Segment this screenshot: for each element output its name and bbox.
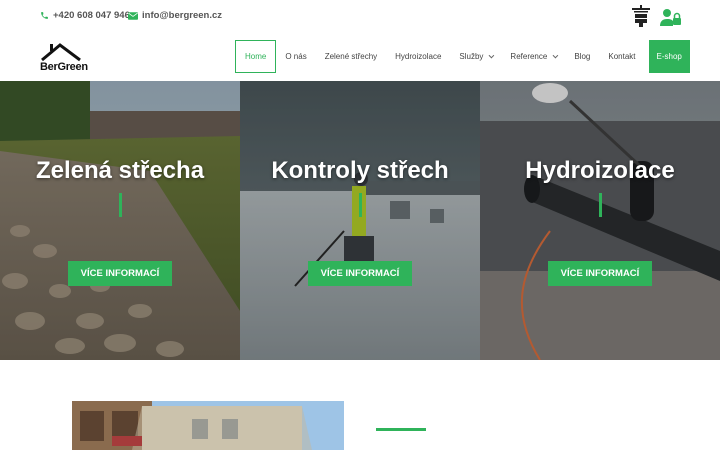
accent-divider	[359, 193, 362, 217]
hero-title: Kontroly střech	[271, 157, 449, 184]
hero-panel-waterproofing[interactable]: Hydroizolace VÍCE INFORMACÍ	[480, 81, 720, 360]
email-address: info@bergreen.cz	[142, 10, 222, 21]
nav-blog[interactable]: Blog	[565, 40, 599, 73]
roof-inspection-image	[240, 81, 480, 360]
nav-label: E-shop	[656, 52, 682, 61]
nav-label: Kontakt	[608, 52, 636, 61]
top-bar: +420 608 047 946 info@bergreen.cz	[0, 0, 720, 32]
chevron-down-icon	[552, 52, 559, 58]
main-navigation: Home O nás Zelené střechy Hydroizolace S…	[235, 40, 690, 73]
phone-contact[interactable]: +420 608 047 946	[40, 10, 130, 21]
email-contact[interactable]: info@bergreen.cz	[128, 10, 222, 21]
accent-divider	[599, 193, 602, 217]
nav-label: Reference	[510, 52, 548, 61]
more-info-button[interactable]: VÍCE INFORMACÍ	[68, 261, 172, 286]
building-photo	[72, 401, 344, 450]
crane-icon[interactable]	[630, 5, 652, 27]
user-lock-icon[interactable]	[660, 8, 682, 26]
mail-icon	[128, 11, 138, 20]
nav-label: Hydroizolace	[395, 52, 442, 61]
chevron-down-icon	[489, 52, 495, 58]
nav-label: Home	[245, 52, 267, 61]
hero-title: Zelená střecha	[35, 157, 205, 184]
nav-label: Zelené střechy	[324, 52, 378, 61]
nav-contact[interactable]: Kontakt	[599, 40, 644, 73]
nav-eshop[interactable]: E-shop	[648, 40, 690, 73]
brand-name[interactable]: BerGreen	[40, 61, 88, 73]
hero-panel-green-roof[interactable]: Zelená střecha VÍCE INFORMACÍ	[0, 81, 240, 360]
nav-services[interactable]: Služby	[450, 40, 501, 73]
nav-waterproofing[interactable]: Hydroizolace	[386, 40, 450, 73]
phone-number: +420 608 047 946	[53, 10, 130, 21]
hero-title: Hydroizolace	[525, 157, 675, 184]
green-roof-image	[0, 81, 240, 360]
hero-section: Zelená střecha VÍCE INFORMACÍ Kontroly s…	[0, 81, 720, 360]
nav-about[interactable]: O nás	[276, 40, 315, 73]
hero-panel-roof-inspection[interactable]: Kontroly střech VÍCE INFORMACÍ	[240, 81, 480, 360]
more-info-button[interactable]: VÍCE INFORMACÍ	[308, 261, 412, 286]
nav-label: O nás	[285, 52, 307, 61]
nav-home[interactable]: Home	[235, 40, 277, 73]
nav-green-roofs[interactable]: Zelené střechy	[316, 40, 386, 73]
site-header: BerGreen Home O nás Zelené střechy Hydro…	[0, 32, 720, 80]
accent-divider	[119, 193, 122, 217]
phone-icon	[41, 12, 48, 19]
section-divider	[376, 428, 426, 431]
waterproofing-image	[480, 81, 720, 360]
more-info-button[interactable]: VÍCE INFORMACÍ	[548, 261, 652, 286]
nav-label: Služby	[459, 52, 484, 61]
nav-references[interactable]: Reference	[501, 40, 565, 73]
nav-label: Blog	[574, 52, 591, 61]
